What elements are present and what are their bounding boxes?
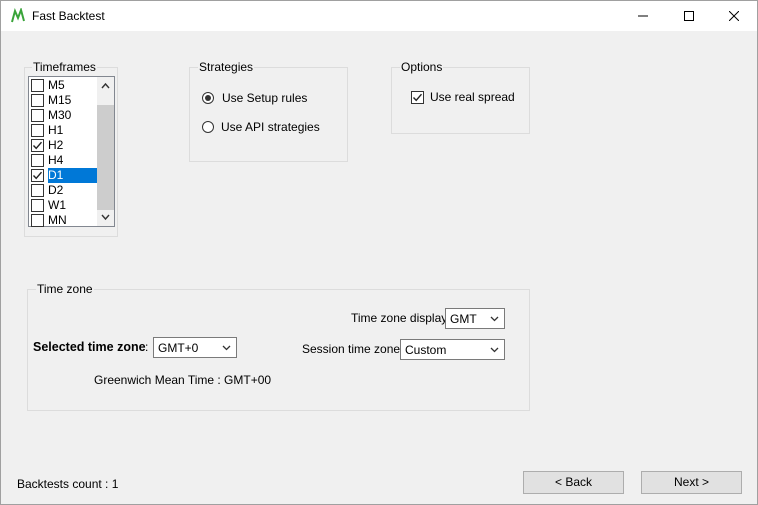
time-zone-display-select[interactable]: GMT: [445, 308, 505, 329]
minimize-icon: [638, 15, 648, 17]
timeframes-scrollbar[interactable]: [97, 77, 114, 226]
timeframe-label: D1: [48, 168, 97, 183]
close-icon: [728, 10, 740, 22]
timeframe-checkbox[interactable]: [31, 79, 44, 92]
timeframe-item-w1[interactable]: W1: [30, 198, 97, 213]
use-setup-rules-radio[interactable]: [202, 92, 214, 104]
time-zone-display-value: GMT: [450, 312, 477, 326]
timeframe-label: M15: [48, 93, 72, 107]
time-zone-display-label: Time zone display :: [351, 311, 454, 325]
title-bar: Fast Backtest: [1, 1, 757, 31]
strategies-label: Strategies: [198, 60, 255, 74]
use-api-strategies-radio[interactable]: [202, 121, 214, 133]
session-time-zones-select[interactable]: Custom: [400, 339, 505, 360]
strategies-group: Strategies: [189, 60, 348, 162]
timeframe-checkbox[interactable]: [31, 154, 44, 167]
timeframe-label: D2: [48, 183, 64, 197]
radio-dot: [205, 95, 211, 101]
timeframe-item-m30[interactable]: M30: [30, 108, 97, 123]
use-real-spread-label[interactable]: Use real spread: [430, 90, 515, 104]
timeframe-checkbox[interactable]: [31, 124, 44, 137]
timeframe-checkbox[interactable]: [31, 184, 44, 197]
time-zone-description: Greenwich Mean Time : GMT+00: [94, 373, 272, 387]
chevron-up-icon: [101, 82, 110, 89]
timeframes-label: Timeframes: [32, 60, 97, 74]
timeframe-checkbox[interactable]: [31, 94, 44, 107]
maximize-icon: [684, 11, 694, 21]
timeframe-item-m15[interactable]: M15: [30, 93, 97, 108]
chevron-down-icon: [101, 214, 110, 221]
chevron-down-icon: [490, 316, 499, 322]
timeframe-item-d1[interactable]: D1: [30, 168, 97, 183]
timeframe-item-h1[interactable]: H1: [30, 123, 97, 138]
maximize-button[interactable]: [666, 1, 712, 31]
window-title: Fast Backtest: [32, 9, 105, 23]
timeframe-checkbox[interactable]: [31, 214, 44, 227]
use-api-strategies-label[interactable]: Use API strategies: [221, 120, 320, 134]
scroll-down-button[interactable]: [97, 209, 114, 226]
timeframe-item-mn[interactable]: MN: [30, 213, 97, 228]
timeframe-label: H4: [48, 153, 64, 167]
app-logo-icon: [11, 8, 25, 23]
scroll-up-button[interactable]: [97, 77, 114, 94]
backtests-count: Backtests count : 1: [17, 477, 119, 491]
timeframe-label: MN: [48, 213, 67, 227]
timeframe-checkbox[interactable]: [31, 169, 44, 182]
chevron-down-icon: [490, 347, 499, 353]
selected-time-zone-select[interactable]: GMT+0: [153, 337, 237, 358]
session-time-zones-value: Custom: [405, 343, 447, 357]
selected-time-zone-value: GMT+0: [158, 341, 199, 355]
minimize-button[interactable]: [620, 1, 666, 31]
timeframe-item-d2[interactable]: D2: [30, 183, 97, 198]
fast-backtest-window: Fast Backtest Timeframes M5 M15 M30 H1 H2 H4 D…: [0, 0, 758, 505]
timeframe-item-m5[interactable]: M5: [30, 78, 97, 93]
timeframe-item-h4[interactable]: H4: [30, 153, 97, 168]
timeframe-checkbox[interactable]: [31, 109, 44, 122]
timeframe-label: H2: [48, 138, 64, 152]
timeframe-item-h2[interactable]: H2: [30, 138, 97, 153]
timeframe-label: M5: [48, 78, 65, 92]
chevron-down-icon: [222, 345, 231, 351]
scroll-thumb[interactable]: [97, 105, 114, 210]
timeframe-checkbox[interactable]: [31, 139, 44, 152]
back-button[interactable]: < Back: [523, 471, 624, 494]
next-button[interactable]: Next >: [641, 471, 742, 494]
session-time-zones-label: Session time zones :: [302, 342, 413, 356]
close-button[interactable]: [711, 1, 757, 31]
time-zone-label: Time zone: [36, 282, 94, 296]
timeframe-checkbox[interactable]: [31, 199, 44, 212]
timeframe-label: W1: [48, 198, 66, 212]
timeframe-label: M30: [48, 108, 72, 122]
selected-time-zone-label: Selected time zone: [33, 340, 146, 354]
checkmark-icon: [32, 171, 43, 180]
use-setup-rules-label[interactable]: Use Setup rules: [222, 91, 307, 105]
use-real-spread-checkbox[interactable]: [411, 91, 424, 104]
selected-time-zone-colon: :: [145, 340, 149, 354]
options-label: Options: [400, 60, 444, 74]
checkmark-icon: [412, 93, 423, 102]
checkmark-icon: [32, 141, 43, 150]
timeframe-label: H1: [48, 123, 64, 137]
